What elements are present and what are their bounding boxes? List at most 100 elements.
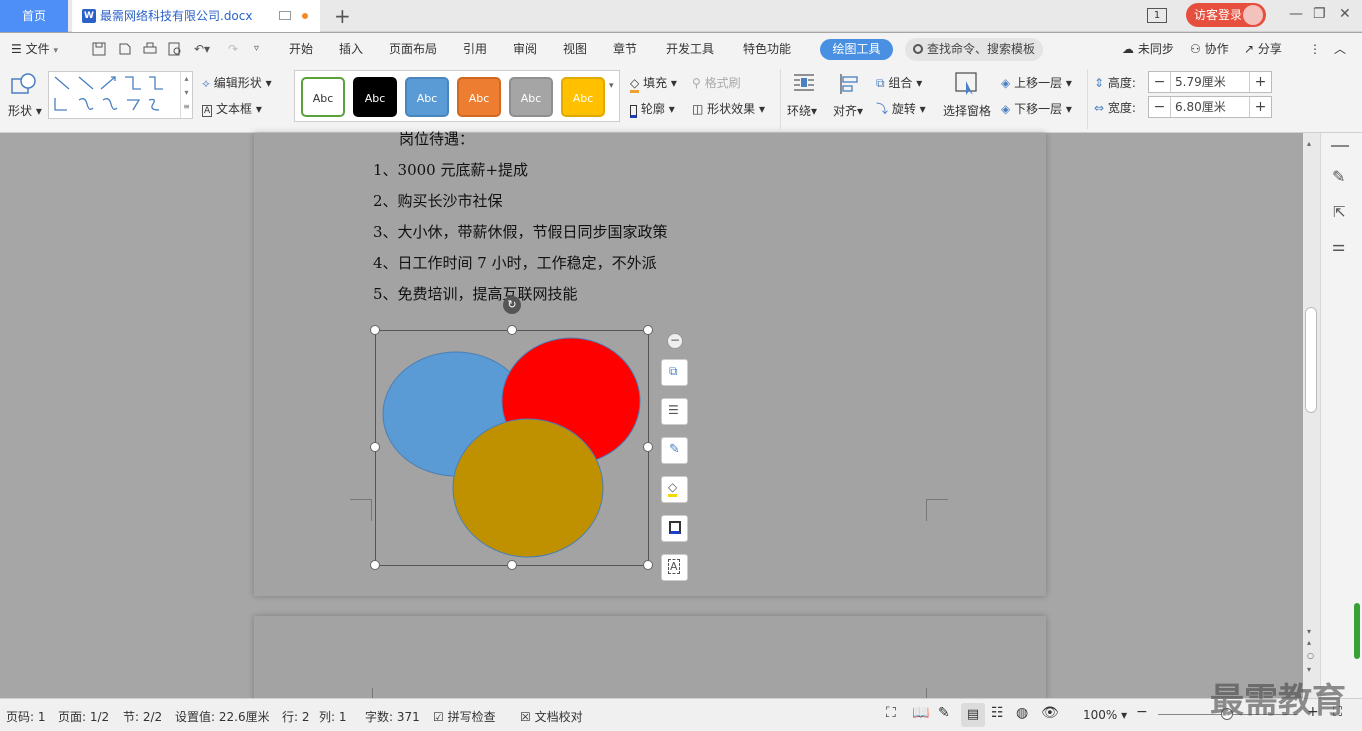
- redo-icon[interactable]: ↷: [228, 33, 238, 65]
- status-setting[interactable]: 设置值: 22.6厘米: [175, 708, 270, 725]
- collapse-ribbon-icon[interactable]: ︿: [1334, 33, 1346, 65]
- more-options-icon[interactable]: ⋮: [1309, 33, 1321, 65]
- float-brush-icon[interactable]: ✎: [661, 437, 688, 464]
- gold-circle[interactable]: [452, 418, 604, 558]
- collapse-float-toolbar-icon[interactable]: −: [667, 333, 683, 349]
- close-icon[interactable]: ✕: [1339, 6, 1351, 22]
- resize-handle-nw[interactable]: [370, 325, 380, 335]
- monitor-icon[interactable]: [279, 11, 291, 20]
- venn-shape-group[interactable]: [375, 330, 649, 566]
- height-increase-button[interactable]: +: [1249, 72, 1271, 92]
- status-section[interactable]: 节: 2/2: [123, 708, 162, 725]
- menu-reference[interactable]: 引用: [463, 33, 487, 65]
- style-swatch-4[interactable]: Abc: [457, 77, 501, 117]
- float-textbox-icon[interactable]: A: [661, 554, 688, 581]
- search-commands-input[interactable]: 查找命令、搜索模板: [905, 38, 1043, 61]
- print-preview-icon[interactable]: [168, 42, 182, 56]
- spell-check-button[interactable]: ☑ 拼写检查: [433, 708, 496, 725]
- resize-handle-sw[interactable]: [370, 560, 380, 570]
- doc-line-4[interactable]: 4、日工作时间 7 小时，工作稳定，不外派: [373, 252, 657, 273]
- save-icon[interactable]: [92, 42, 106, 56]
- cursor-select-icon[interactable]: ⇱: [1333, 203, 1346, 221]
- line-shapes-gallery[interactable]: ▴ ▾ ≡: [48, 71, 193, 119]
- prev-page-icon[interactable]: ▴: [1307, 638, 1311, 647]
- menu-chapter[interactable]: 章节: [613, 33, 637, 65]
- edit-mode-icon[interactable]: ✎: [938, 705, 950, 721]
- style-swatch-1[interactable]: Abc: [301, 77, 345, 117]
- outline-view-icon[interactable]: ☷: [991, 705, 1004, 721]
- resize-handle-n[interactable]: [507, 325, 517, 335]
- collaborate-button[interactable]: ⚇ 协作: [1190, 33, 1229, 65]
- resize-handle-w[interactable]: [370, 442, 380, 452]
- menu-features[interactable]: 特色功能: [743, 33, 791, 65]
- shape-icon[interactable]: [10, 71, 38, 97]
- doc-heading[interactable]: 岗位待遇：: [399, 128, 474, 149]
- menu-insert[interactable]: 插入: [339, 33, 363, 65]
- fullscreen-icon[interactable]: ⛶: [886, 705, 896, 721]
- float-wrap-text-icon[interactable]: ☰: [661, 398, 688, 425]
- width-increase-button[interactable]: +: [1249, 97, 1271, 117]
- edit-shape-button[interactable]: ⟡ 编辑形状 ▾: [202, 74, 272, 91]
- doc-proof-button[interactable]: ☒ 文档校对: [520, 708, 583, 725]
- style-gallery-more-icon[interactable]: ▾: [609, 81, 614, 91]
- doc-line-1[interactable]: 1、3000 元底薪+提成: [373, 159, 528, 180]
- eye-protection-icon[interactable]: 👁: [1041, 705, 1059, 721]
- status-row[interactable]: 行: 2: [282, 708, 310, 725]
- float-outline-icon[interactable]: [661, 515, 688, 542]
- share-button[interactable]: ↗ 分享: [1244, 33, 1282, 65]
- restore-icon[interactable]: ❐: [1313, 6, 1326, 22]
- shape-effect-button[interactable]: ◫ 形状效果 ▾: [692, 100, 765, 117]
- page-2[interactable]: [254, 616, 1046, 706]
- width-input[interactable]: − 6.80厘米 +: [1148, 96, 1272, 118]
- height-value[interactable]: 5.79厘米: [1175, 72, 1226, 92]
- menu-page-layout[interactable]: 页面布局: [389, 33, 437, 65]
- export-icon[interactable]: [118, 42, 132, 56]
- rotate-button[interactable]: ⤵ 旋转 ▾: [876, 100, 926, 117]
- resize-handle-e[interactable]: [643, 442, 653, 452]
- rotate-handle-icon[interactable]: ↻: [503, 296, 521, 314]
- doc-line-3[interactable]: 3、大小休，带薪休假，节假日同步国家政策: [373, 221, 668, 242]
- zoom-out-icon[interactable]: −: [1136, 704, 1148, 720]
- height-input[interactable]: − 5.79厘米 +: [1148, 71, 1272, 93]
- resize-handle-ne[interactable]: [643, 325, 653, 335]
- selection-pane-button[interactable]: 选择窗格: [943, 102, 991, 119]
- bring-forward-button[interactable]: ◈ 上移一层 ▾: [1001, 74, 1072, 91]
- menu-developer[interactable]: 开发工具: [666, 33, 714, 65]
- web-view-icon[interactable]: ◍: [1016, 705, 1028, 721]
- wrap-button[interactable]: 环绕▾: [787, 102, 817, 119]
- home-tab[interactable]: 首页: [0, 0, 68, 32]
- width-decrease-button[interactable]: −: [1149, 97, 1171, 117]
- page-view-icon[interactable]: ▤: [961, 703, 985, 727]
- undo-icon[interactable]: ↶▾: [194, 33, 210, 65]
- scroll-down-icon[interactable]: ▾: [1307, 627, 1311, 636]
- page-indicator-icon[interactable]: 1: [1147, 8, 1167, 23]
- status-page[interactable]: 页面: 1/2: [58, 708, 109, 725]
- menu-review[interactable]: 审阅: [513, 33, 537, 65]
- new-tab-button[interactable]: +: [334, 4, 351, 28]
- menu-drawing-tools[interactable]: 绘图工具: [820, 39, 893, 60]
- scroll-thumb[interactable]: [1305, 307, 1317, 413]
- width-value[interactable]: 6.80厘米: [1175, 97, 1226, 117]
- height-decrease-button[interactable]: −: [1149, 72, 1171, 92]
- shape-button[interactable]: 形状 ▾: [8, 102, 42, 119]
- style-swatch-2[interactable]: Abc: [353, 77, 397, 117]
- edit-pen-icon[interactable]: ✎: [1332, 167, 1345, 186]
- file-menu[interactable]: ☰ 文件 ▾: [11, 33, 58, 65]
- status-words[interactable]: 字数: 371: [365, 708, 420, 725]
- print-icon[interactable]: [143, 42, 157, 56]
- outline-button[interactable]: 轮廓 ▾: [630, 100, 675, 118]
- status-page-code[interactable]: 页码: 1: [6, 708, 46, 725]
- format-brush-button[interactable]: ⚲ 格式刷: [692, 74, 741, 91]
- sync-button[interactable]: ☁ 未同步: [1122, 33, 1174, 65]
- select-browse-icon[interactable]: ○: [1307, 651, 1314, 660]
- more-quick-access-icon[interactable]: ▿: [254, 33, 259, 65]
- align-button[interactable]: 对齐▾: [833, 102, 863, 119]
- fill-button[interactable]: ◇ 填充 ▾: [630, 74, 677, 93]
- status-col[interactable]: 列: 1: [319, 708, 347, 725]
- login-button[interactable]: 访客登录: [1186, 3, 1266, 27]
- resize-handle-se[interactable]: [643, 560, 653, 570]
- doc-line-2[interactable]: 2、购买长沙市社保: [373, 190, 503, 211]
- resize-handle-s[interactable]: [507, 560, 517, 570]
- document-tab[interactable]: W 最需网络科技有限公司.docx: [72, 0, 320, 32]
- page-1[interactable]: 岗位待遇： 1、3000 元底薪+提成 2、购买长沙市社保 3、大小休，带薪休假…: [254, 130, 1046, 596]
